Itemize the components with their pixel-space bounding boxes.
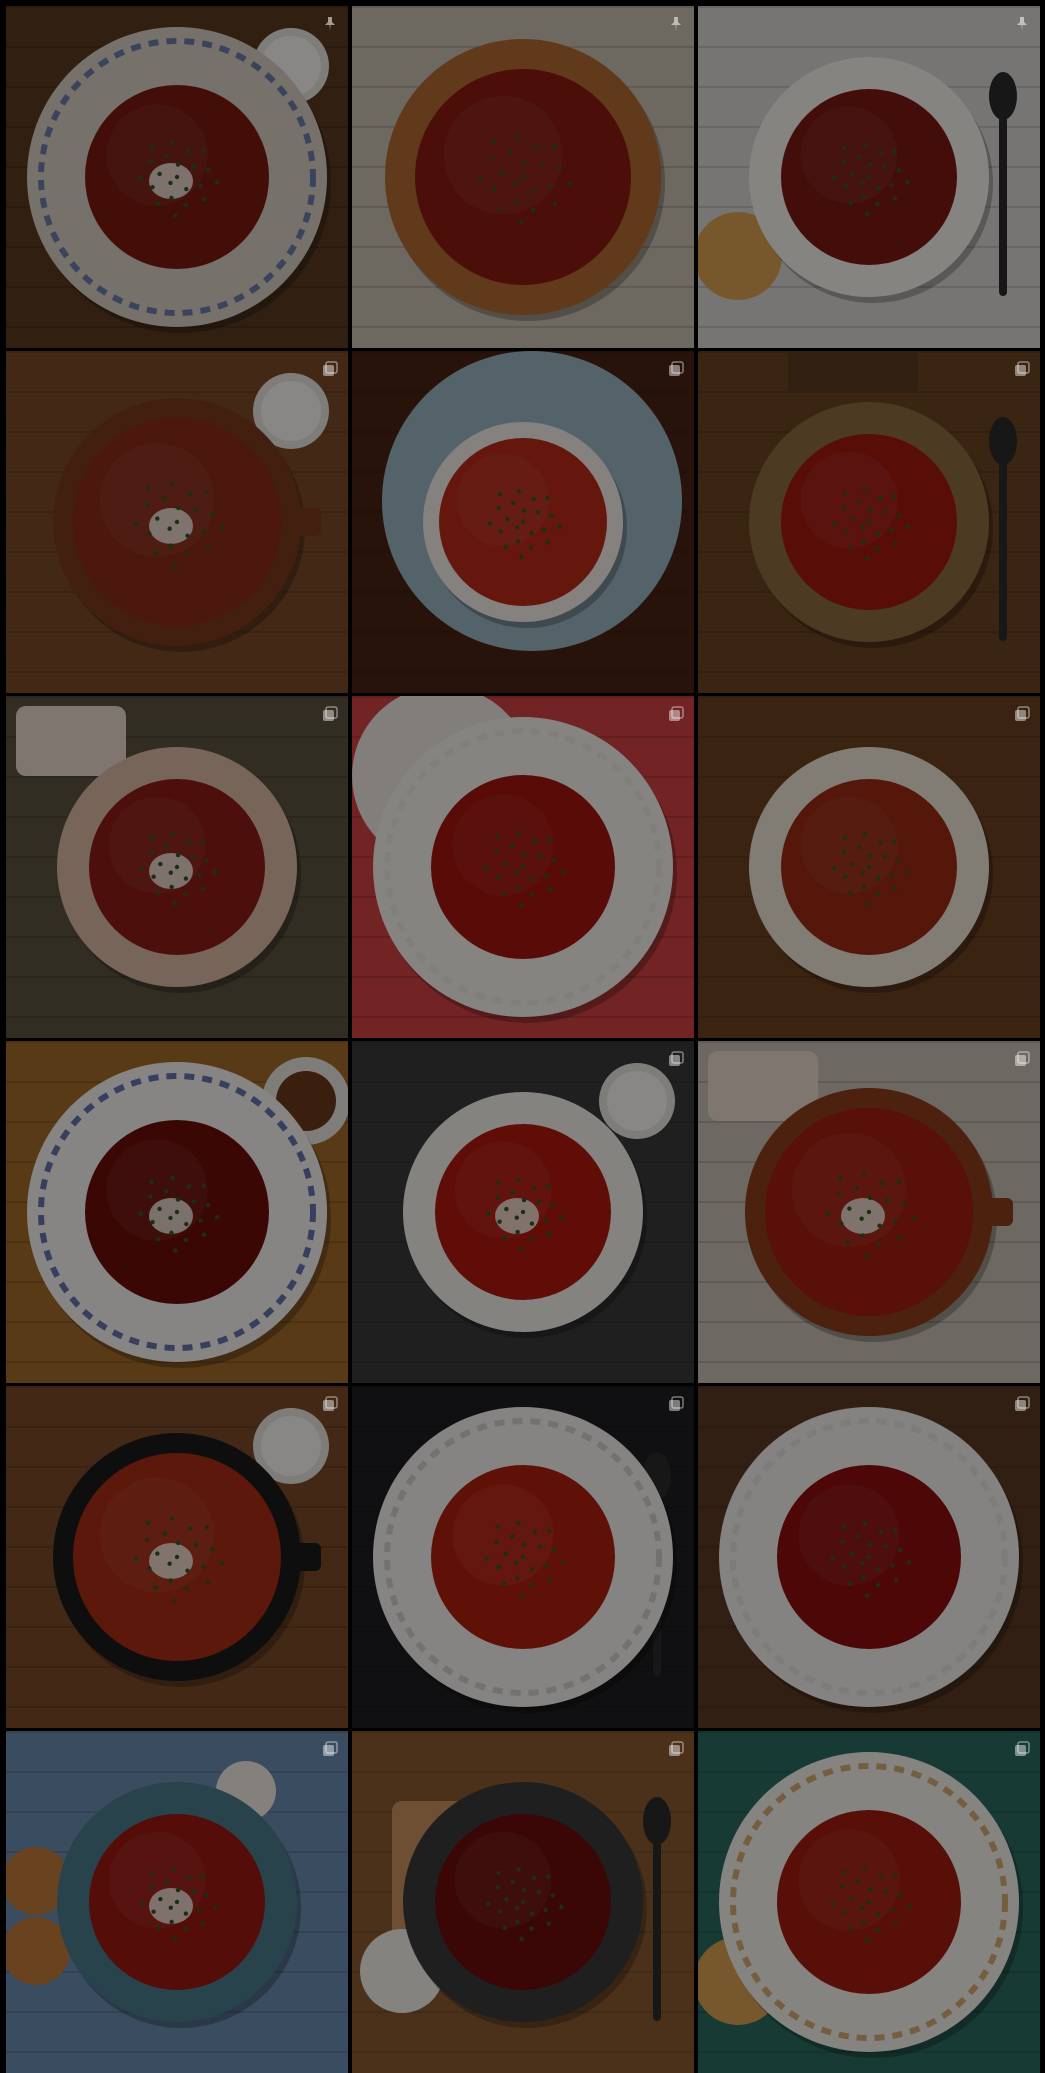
borscht-photo — [698, 1386, 1040, 1728]
photo-tile-borscht-bread-bowl-pinned[interactable] — [352, 6, 694, 348]
gallery-icon — [322, 1741, 338, 1757]
borscht-photo — [352, 696, 694, 1038]
borscht-photo — [698, 1731, 1040, 2073]
gallery-icon — [322, 706, 338, 722]
borscht-photo — [352, 351, 694, 693]
borscht-photo — [6, 1386, 348, 1728]
photo-tile-borscht-clay-pot-sour-cream[interactable] — [6, 351, 348, 693]
gallery-icon — [1014, 361, 1030, 377]
gallery-icon — [1014, 1051, 1030, 1067]
photo-tile-borscht-doily-plate-flowers[interactable] — [352, 696, 694, 1038]
borscht-photo — [6, 6, 348, 348]
photo-tile-borscht-blue-plate-buns-onion[interactable] — [6, 1731, 348, 2073]
photo-tile-borscht-cream-bowl-herbs[interactable] — [698, 696, 1040, 1038]
gallery-icon — [668, 1051, 684, 1067]
gallery-icon — [668, 361, 684, 377]
photo-tile-borscht-white-bowl-spoon-pinned[interactable] — [698, 6, 1040, 348]
photo-tile-borscht-bowl-bread-spoon[interactable] — [698, 351, 1040, 693]
borscht-photo — [6, 696, 348, 1038]
photo-grid — [0, 0, 1045, 2073]
gallery-icon — [668, 1396, 684, 1412]
photo-tile-borscht-wide-white-plate[interactable] — [698, 1386, 1040, 1728]
photo-tile-borscht-bowl-with-salo[interactable] — [6, 696, 348, 1038]
borscht-photo — [352, 1386, 694, 1728]
photo-tile-borscht-blue-rim-bowl-board[interactable] — [352, 1041, 694, 1383]
photo-tile-borscht-plate-floral-pinned[interactable] — [6, 6, 348, 348]
gallery-icon — [1014, 706, 1030, 722]
borscht-photo — [6, 1731, 348, 2073]
photo-tile-borscht-clay-pot-salo[interactable] — [698, 1041, 1040, 1383]
gallery-icon — [1014, 1396, 1030, 1412]
pin-icon — [1014, 16, 1030, 32]
gallery-icon — [322, 1396, 338, 1412]
photo-tile-borscht-cast-iron-pot-board[interactable] — [6, 1386, 348, 1728]
gallery-icon — [322, 361, 338, 377]
borscht-photo — [698, 696, 1040, 1038]
photo-tile-borscht-scalloped-plate-teal[interactable] — [698, 1731, 1040, 2073]
borscht-photo — [6, 351, 348, 693]
photo-tile-borscht-dark-bowl-toasts[interactable] — [352, 1731, 694, 2073]
pin-icon — [322, 16, 338, 32]
gallery-icon — [1014, 1741, 1030, 1757]
photo-tile-borscht-white-plate-dark-mat[interactable] — [352, 1386, 694, 1728]
photo-tile-borscht-white-cup-dark-table[interactable] — [352, 351, 694, 693]
photo-tile-borscht-blue-lattice-plate[interactable] — [6, 1041, 348, 1383]
borscht-photo — [352, 6, 694, 348]
borscht-photo — [6, 1041, 348, 1383]
borscht-photo — [698, 1041, 1040, 1383]
gallery-icon — [668, 706, 684, 722]
pin-icon — [668, 16, 684, 32]
gallery-icon — [668, 1741, 684, 1757]
borscht-photo — [698, 351, 1040, 693]
borscht-photo — [698, 6, 1040, 348]
borscht-photo — [352, 1041, 694, 1383]
borscht-photo — [352, 1731, 694, 2073]
